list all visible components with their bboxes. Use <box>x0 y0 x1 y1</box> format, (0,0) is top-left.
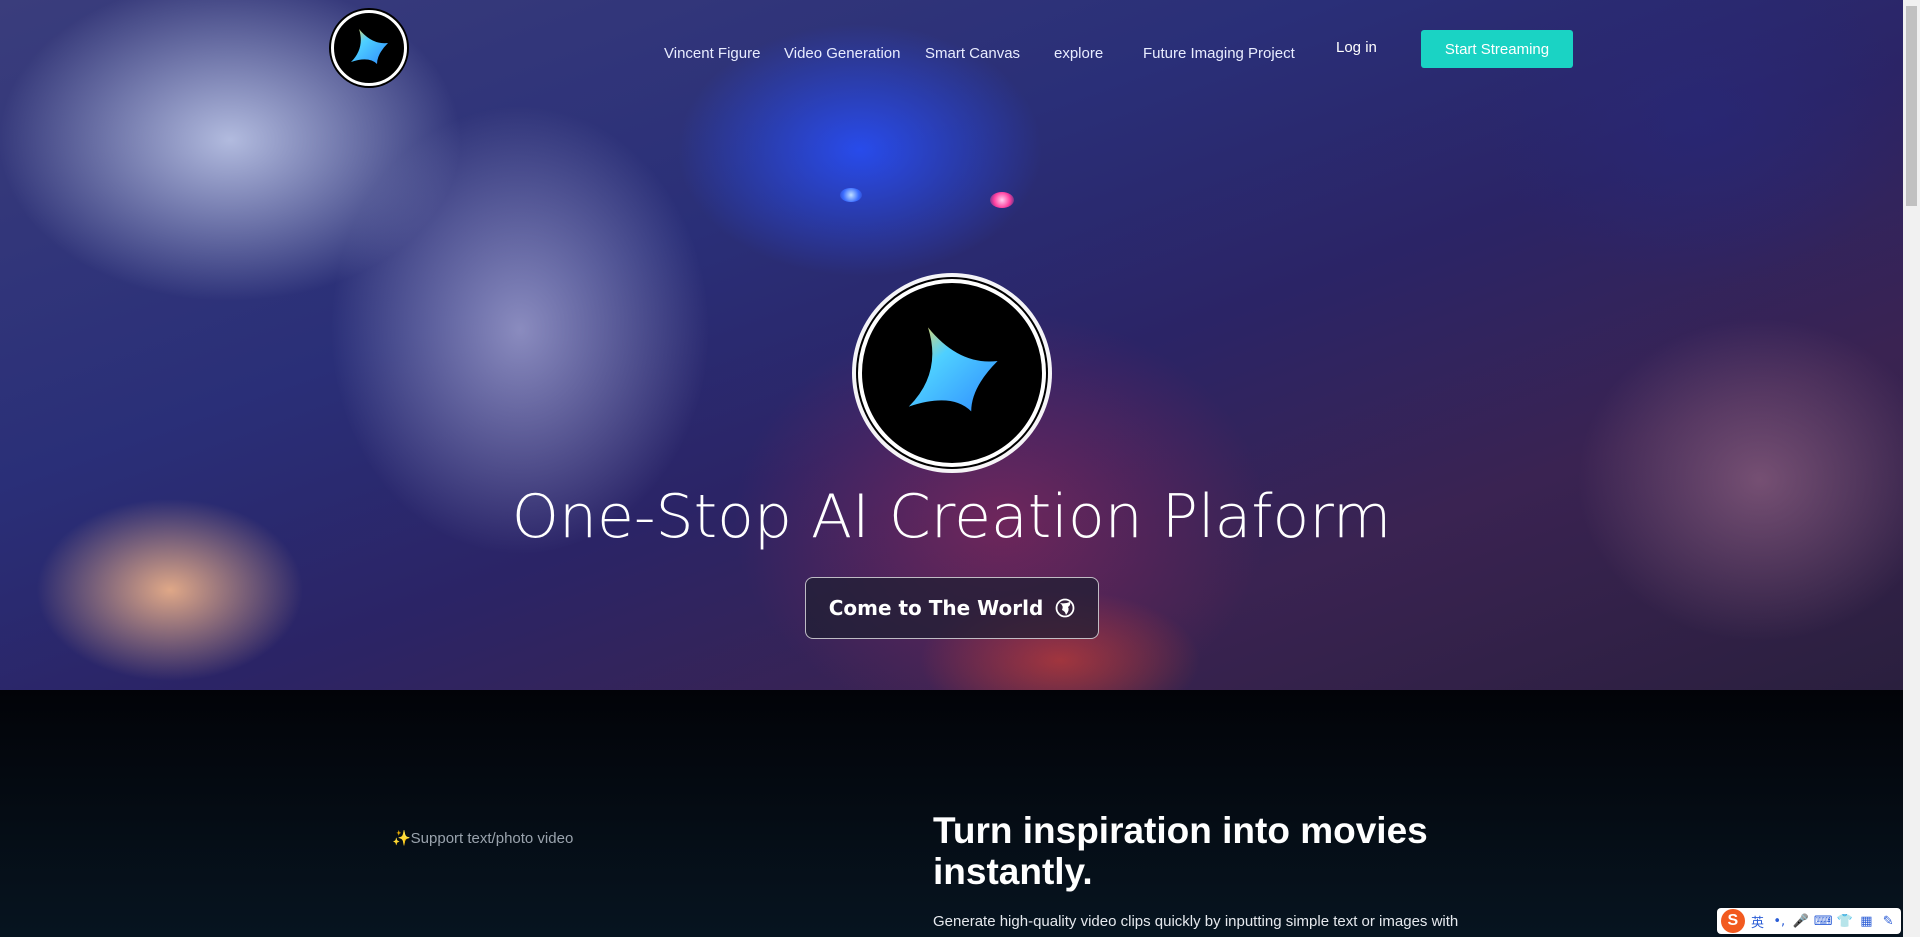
ime-toolbar[interactable]: S 英 •, 🎤 ⌨ 👕 ▦ ✎ <box>1717 908 1901 934</box>
grid-icon[interactable]: ▦ <box>1858 914 1876 929</box>
feature-tag: ✨Support text/photo video <box>392 830 574 847</box>
feature-description: Generate high-quality video clips quickl… <box>933 913 1459 930</box>
nav-video-generation[interactable]: Video Generation <box>784 45 900 62</box>
skin-icon[interactable]: 👕 <box>1836 914 1854 929</box>
hero-glow-right <box>990 192 1014 208</box>
site-logo[interactable] <box>331 10 407 86</box>
globe-icon <box>1055 598 1075 618</box>
start-streaming-button[interactable]: Start Streaming <box>1421 30 1573 68</box>
tools-icon[interactable]: ✎ <box>1879 914 1897 929</box>
nav-smart-canvas[interactable]: Smart Canvas <box>925 45 1020 62</box>
ime-language-toggle[interactable]: 英 <box>1749 912 1767 931</box>
microphone-icon[interactable]: 🎤 <box>1792 914 1810 929</box>
scrollbar-thumb[interactable] <box>1906 6 1917 206</box>
ime-punctuation-icon[interactable]: •, <box>1770 914 1788 929</box>
feature-title: Turn inspiration into movies instantly. <box>933 810 1428 892</box>
logo-icon <box>351 29 388 64</box>
nav-future-imaging-project[interactable]: Future Imaging Project <box>1143 45 1295 62</box>
logo-icon <box>908 327 998 412</box>
scrollbar[interactable] <box>1903 0 1920 937</box>
nav-vincent-figure[interactable]: Vincent Figure <box>664 45 760 62</box>
hero-logo <box>858 279 1046 467</box>
hero-title: One-Stop AI Creation Plaform <box>511 482 1392 552</box>
ime-logo-icon[interactable]: S <box>1721 909 1745 933</box>
hero-button-label: Come to The World <box>828 596 1044 620</box>
hero-glow-left <box>840 188 862 202</box>
come-to-the-world-button[interactable]: Come to The World <box>805 577 1099 639</box>
nav-explore[interactable]: explore <box>1054 45 1103 62</box>
keyboard-icon[interactable]: ⌨ <box>1814 914 1833 929</box>
login-link[interactable]: Log in <box>1336 39 1377 56</box>
